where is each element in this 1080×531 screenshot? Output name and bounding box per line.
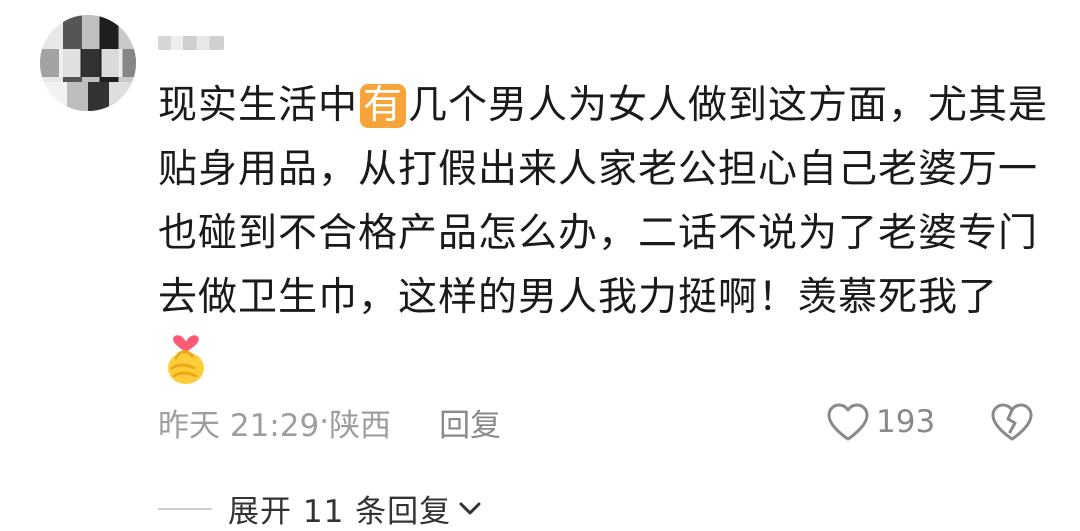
comment-item: 现实生活中有几个男人为女人做到这方面，尤其是 贴身用品，从打假出来人家老公担心自… bbox=[0, 0, 1080, 530]
highlight-badge: 有 bbox=[360, 84, 407, 128]
comment-time: 昨天 21:29 bbox=[158, 407, 320, 444]
comment-text: 现实生活中 bbox=[158, 83, 359, 128]
like-button[interactable]: 193 bbox=[826, 399, 935, 445]
comment-meta: 昨天 21:29 · 陕西 回复 bbox=[158, 399, 501, 445]
comment-line-2: 贴身用品，从打假出来人家老公担心自己老婆万一 bbox=[158, 147, 1039, 192]
finger-heart-emoji bbox=[168, 335, 204, 384]
like-count: 193 bbox=[876, 404, 936, 440]
comment-line-4: 去做卫生巾，这样的男人我力挺啊！羡慕死我了 bbox=[158, 275, 999, 320]
comment-line-3: 也碰到不合格产品怎么办，二话不说为了老婆专门 bbox=[158, 211, 1039, 256]
reply-button[interactable]: 回复 bbox=[439, 400, 501, 445]
avatar-mosaic bbox=[40, 82, 136, 111]
meta-separator: · bbox=[319, 404, 330, 440]
comment-location: 陕西 bbox=[329, 407, 392, 444]
avatar[interactable] bbox=[40, 15, 136, 111]
heart-outline-icon bbox=[827, 403, 869, 441]
comment-line-1: 现实生活中有几个男人为女人做到这方面，尤其是 bbox=[158, 74, 1058, 138]
comment-body: 现实生活中有几个男人为女人做到这方面，尤其是 贴身用品，从打假出来人家老公担心自… bbox=[158, 74, 1058, 330]
username-blurred[interactable] bbox=[158, 36, 224, 50]
comment-text: 几个男人为女人做到这方面，尤其是 bbox=[408, 83, 1049, 128]
avatar-mosaic bbox=[40, 48, 136, 78]
broken-heart-icon[interactable] bbox=[990, 401, 1034, 443]
